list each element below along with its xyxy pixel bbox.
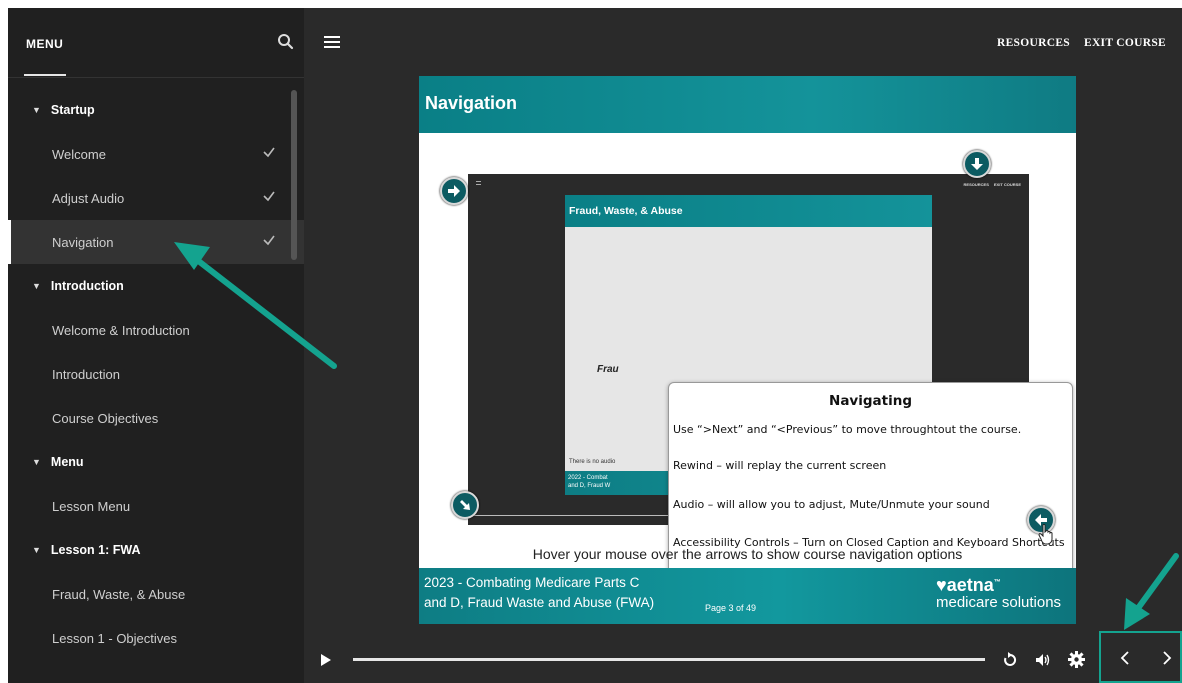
page-indicator: Page 3 of 49 bbox=[705, 603, 757, 613]
gear-icon[interactable] bbox=[1068, 651, 1085, 668]
menu-item-label: Welcome bbox=[52, 146, 106, 162]
course-player: MENU ▼ Startup Welcome Adjust Audio Navi… bbox=[8, 8, 1182, 683]
heart-icon: ♥ bbox=[936, 575, 947, 595]
menu-item-label: Introduction bbox=[52, 366, 120, 382]
brand-trademark: ™ bbox=[993, 579, 1001, 586]
menu-item-fraud-waste-abuse[interactable]: Fraud, Waste, & Abuse bbox=[8, 572, 304, 616]
menu-title: MENU bbox=[26, 37, 64, 51]
demo-hamburger-icon bbox=[476, 181, 481, 185]
brand-name: aetna bbox=[946, 575, 994, 595]
slide-stage: Navigation RESOURCES EXIT COURSE Fraud, … bbox=[419, 76, 1076, 624]
menu-list: ▼ Startup Welcome Adjust Audio Navigatio… bbox=[8, 88, 304, 660]
top-links: RESOURCES EXIT COURSE bbox=[997, 37, 1166, 49]
arrow-right-icon bbox=[448, 185, 460, 197]
section-lesson-1[interactable]: ▼ Lesson 1: FWA bbox=[8, 528, 304, 572]
menu-item-navigation[interactable]: Navigation bbox=[8, 220, 304, 264]
slide-footer: 2023 - Combating Medicare Parts C and D,… bbox=[419, 568, 1076, 624]
menu-item-welcome[interactable]: Welcome bbox=[8, 132, 304, 176]
caret-down-icon: ▼ bbox=[32, 457, 41, 467]
slide-title: Navigation bbox=[425, 93, 518, 113]
demo-resources-link: RESOURCES bbox=[963, 182, 989, 187]
demo-audio-note: There is no audio bbox=[569, 459, 616, 465]
green-arrow-to-nav-buttons bbox=[1124, 553, 1179, 630]
course-title-line1: 2023 - Combating Medicare Parts C bbox=[424, 575, 640, 590]
arrow-down-right-icon bbox=[460, 500, 470, 510]
menu-item-label: Fraud, Waste, & Abuse bbox=[52, 586, 186, 602]
check-icon bbox=[263, 147, 275, 158]
arrow-right-hotspot[interactable] bbox=[440, 177, 468, 205]
menu-item-lesson-1-objectives[interactable]: Lesson 1 - Objectives bbox=[8, 616, 304, 660]
speaker-icon[interactable] bbox=[1034, 652, 1052, 668]
popup-line-next-previous: Use “>Next” and “<Previous” to move thro… bbox=[673, 423, 1022, 436]
demo-footer-line2: and D, Fraud W bbox=[568, 483, 611, 489]
arrow-down-icon bbox=[971, 158, 983, 170]
caret-down-icon: ▼ bbox=[32, 281, 41, 291]
check-icon bbox=[263, 235, 275, 246]
hover-caption: Hover your mouse over the arrows to show… bbox=[532, 546, 963, 562]
aetna-logo: ♥aetna™ bbox=[936, 575, 1001, 596]
section-label: Startup bbox=[50, 103, 95, 117]
menu-tab-underline bbox=[24, 74, 66, 76]
resources-link[interactable]: RESOURCES bbox=[997, 37, 1070, 49]
section-label: Lesson 1: FWA bbox=[50, 543, 141, 557]
menu-item-label: Adjust Audio bbox=[52, 190, 125, 206]
caret-down-icon: ▼ bbox=[32, 545, 41, 555]
chevron-left-icon[interactable] bbox=[1118, 649, 1132, 667]
demo-top-links: RESOURCES EXIT COURSE bbox=[964, 182, 1021, 187]
arrow-down-hotspot[interactable] bbox=[963, 150, 991, 178]
section-label: Menu bbox=[50, 455, 84, 469]
section-menu[interactable]: ▼ Menu bbox=[8, 440, 304, 484]
demo-partial-text: Frau bbox=[597, 364, 619, 375]
caret-down-icon: ▼ bbox=[32, 105, 41, 115]
popup-line-audio: Audio – will allow you to adjust, Mute/U… bbox=[673, 498, 990, 511]
demo-footer-line1: 2022 - Combat bbox=[568, 475, 608, 481]
navigation-demo-screenshot: RESOURCES EXIT COURSE Fraud, Waste, & Ab… bbox=[468, 174, 1073, 620]
section-label: Introduction bbox=[50, 279, 124, 293]
menu-item-label: Navigation bbox=[52, 234, 114, 250]
menu-header: MENU bbox=[8, 8, 304, 78]
sidebar-menu: MENU ▼ Startup Welcome Adjust Audio Navi… bbox=[8, 8, 304, 683]
hand-cursor-icon bbox=[1038, 524, 1053, 545]
arrow-diagonal-hotspot[interactable] bbox=[451, 491, 479, 519]
sidebar-scrollbar[interactable] bbox=[291, 90, 297, 260]
menu-item-course-objectives[interactable]: Course Objectives bbox=[8, 396, 304, 440]
chevron-right-icon[interactable] bbox=[1160, 649, 1174, 667]
menu-item-introduction[interactable]: Introduction bbox=[8, 352, 304, 396]
demo-slide-header: Fraud, Waste, & Abuse bbox=[565, 195, 932, 227]
menu-item-adjust-audio[interactable]: Adjust Audio bbox=[8, 176, 304, 220]
menu-item-lesson-menu[interactable]: Lesson Menu bbox=[8, 484, 304, 528]
demo-slide-title: Fraud, Waste, & Abuse bbox=[569, 205, 683, 217]
slide-header: Navigation bbox=[419, 76, 1076, 133]
menu-item-welcome-introduction[interactable]: Welcome & Introduction bbox=[8, 308, 304, 352]
course-title-line2: and D, Fraud Waste and Abuse (FWA) bbox=[424, 595, 655, 610]
menu-item-label: Lesson Menu bbox=[52, 498, 131, 514]
screenshot-frame: MENU ▼ Startup Welcome Adjust Audio Navi… bbox=[0, 0, 1182, 683]
progress-track[interactable] bbox=[353, 658, 985, 661]
menu-item-label: Lesson 1 - Objectives bbox=[52, 630, 178, 646]
popup-line-rewind: Rewind – will replay the current screen bbox=[673, 459, 887, 472]
hamburger-icon[interactable] bbox=[324, 36, 340, 50]
brand-subtitle: medicare solutions bbox=[936, 594, 1062, 611]
section-startup[interactable]: ▼ Startup bbox=[8, 88, 304, 132]
search-icon[interactable] bbox=[276, 32, 296, 52]
exit-course-link[interactable]: EXIT COURSE bbox=[1084, 37, 1166, 49]
section-introduction[interactable]: ▼ Introduction bbox=[8, 264, 304, 308]
play-icon[interactable] bbox=[320, 653, 332, 667]
menu-item-label: Welcome & Introduction bbox=[52, 322, 190, 338]
menu-item-label: Course Objectives bbox=[52, 410, 159, 426]
check-icon bbox=[263, 191, 275, 202]
popup-title: Navigating bbox=[829, 393, 912, 409]
demo-exit-link: EXIT COURSE bbox=[993, 182, 1021, 187]
rewind-icon[interactable] bbox=[1002, 652, 1018, 668]
